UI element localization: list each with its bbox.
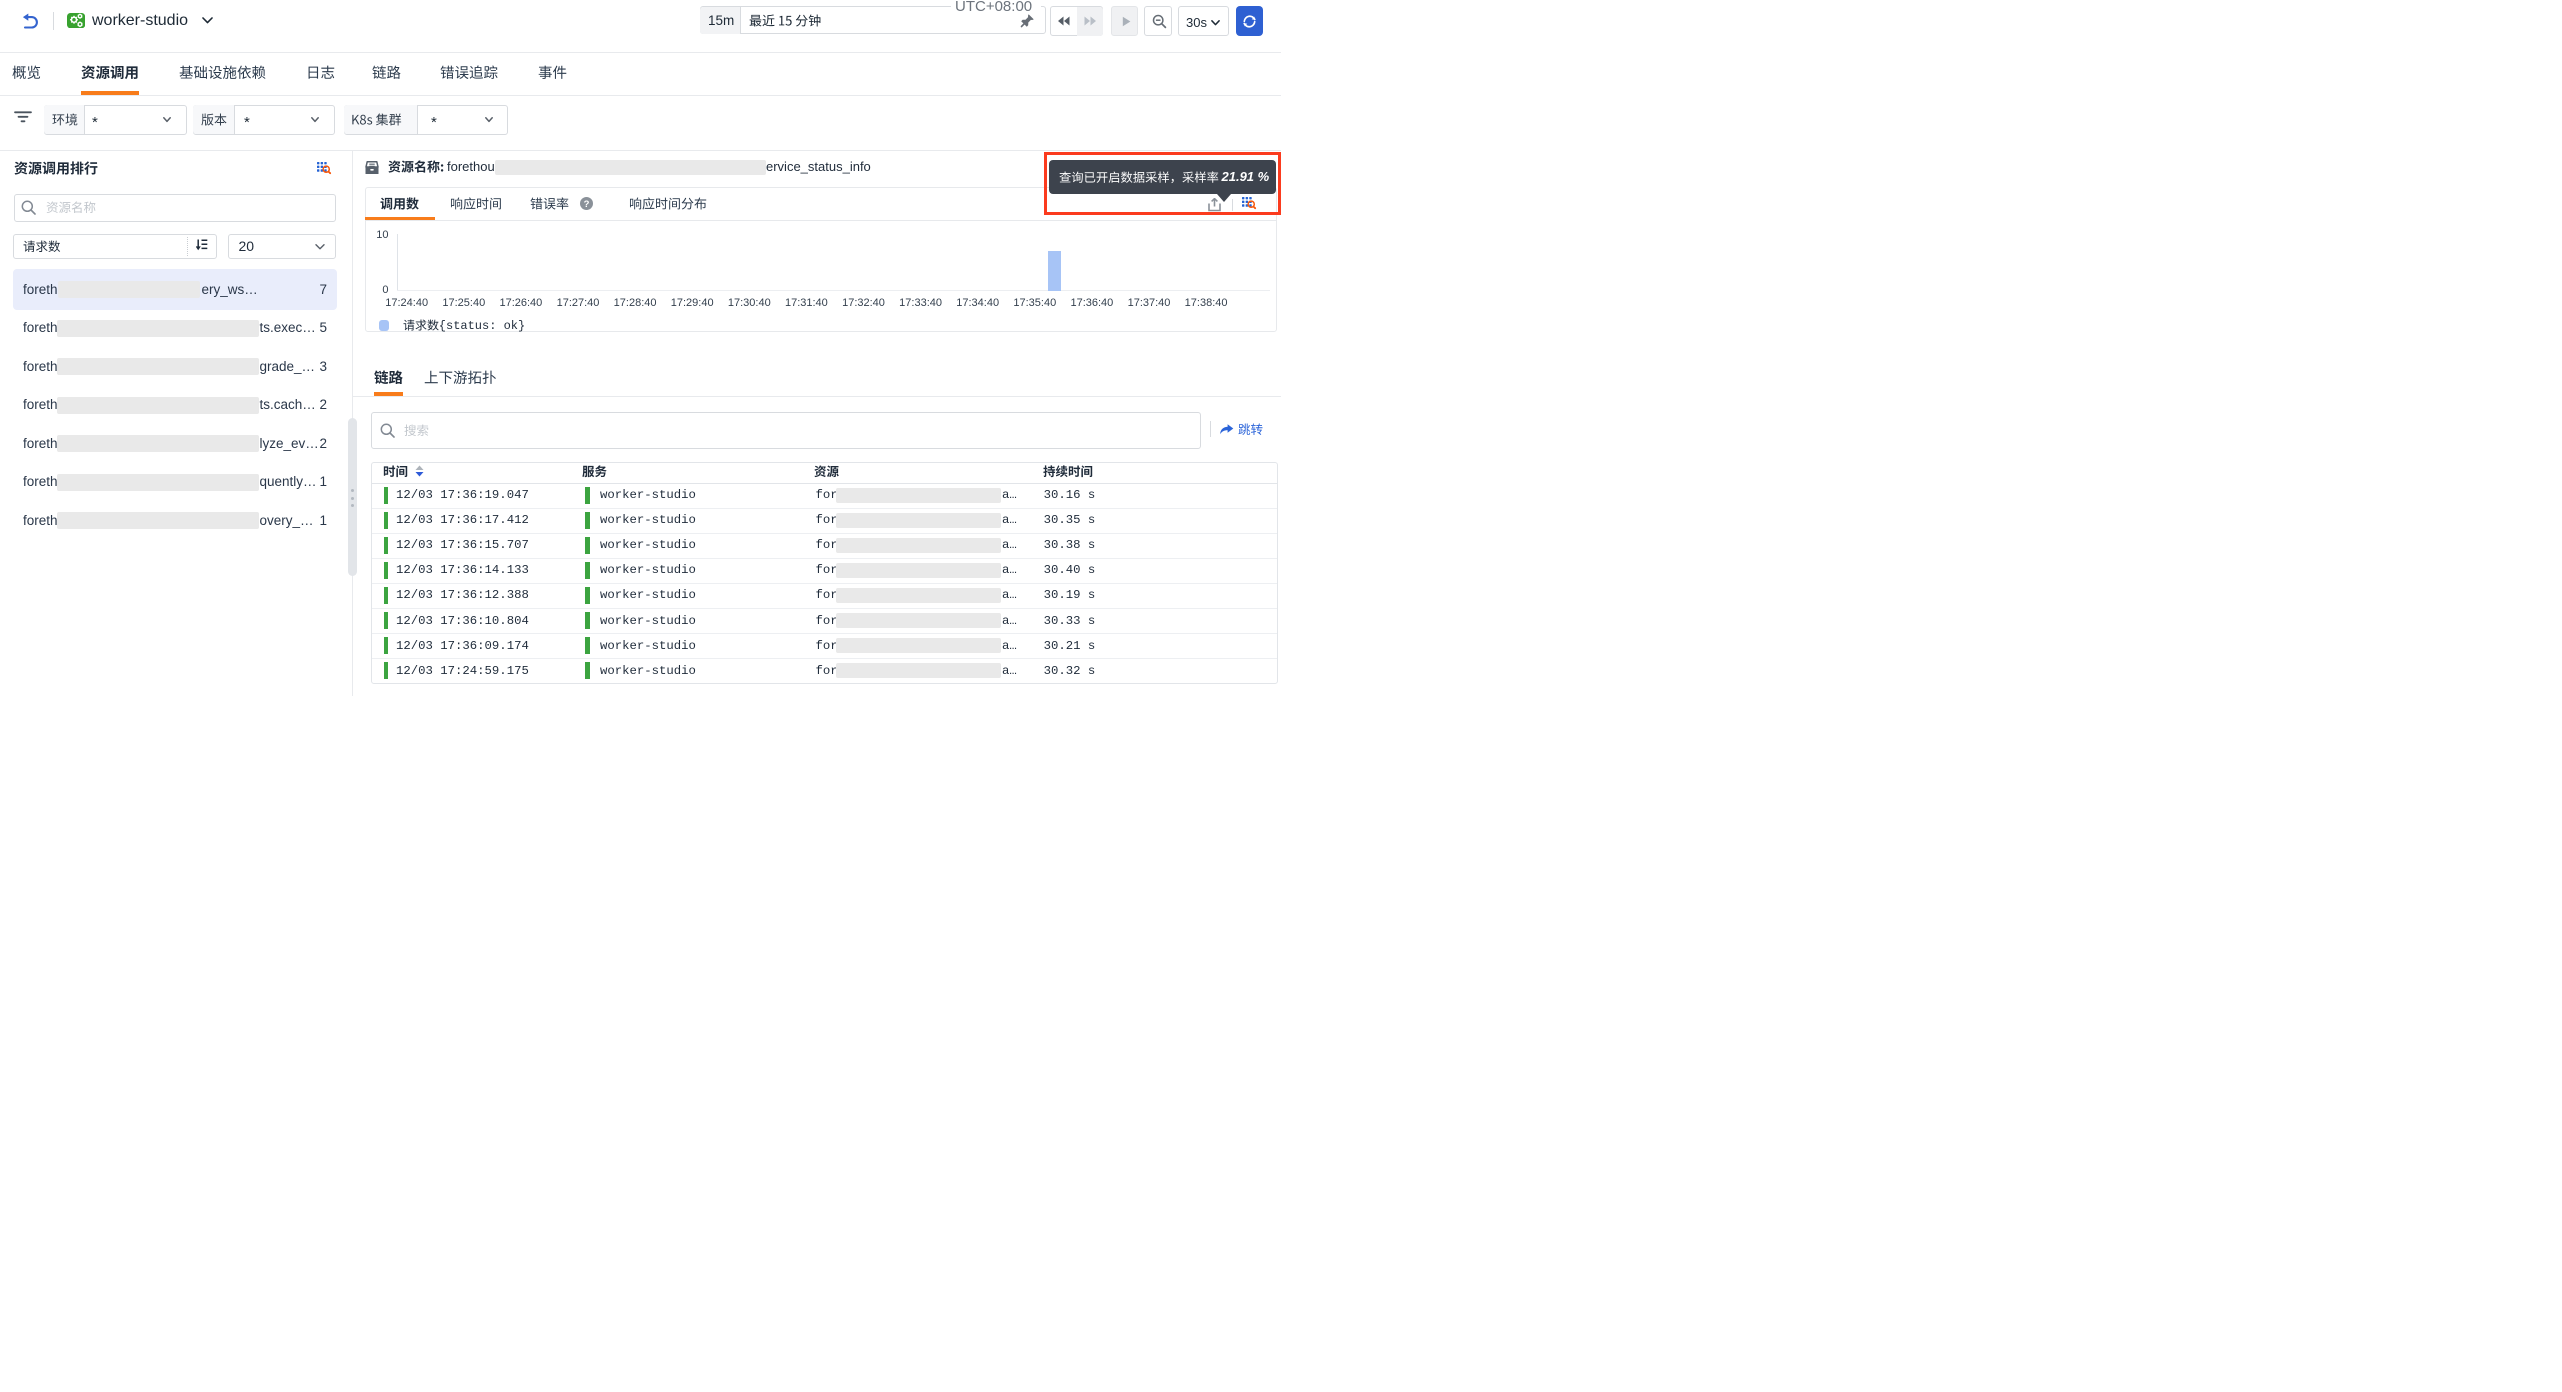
svg-text:?: ?	[584, 199, 590, 210]
